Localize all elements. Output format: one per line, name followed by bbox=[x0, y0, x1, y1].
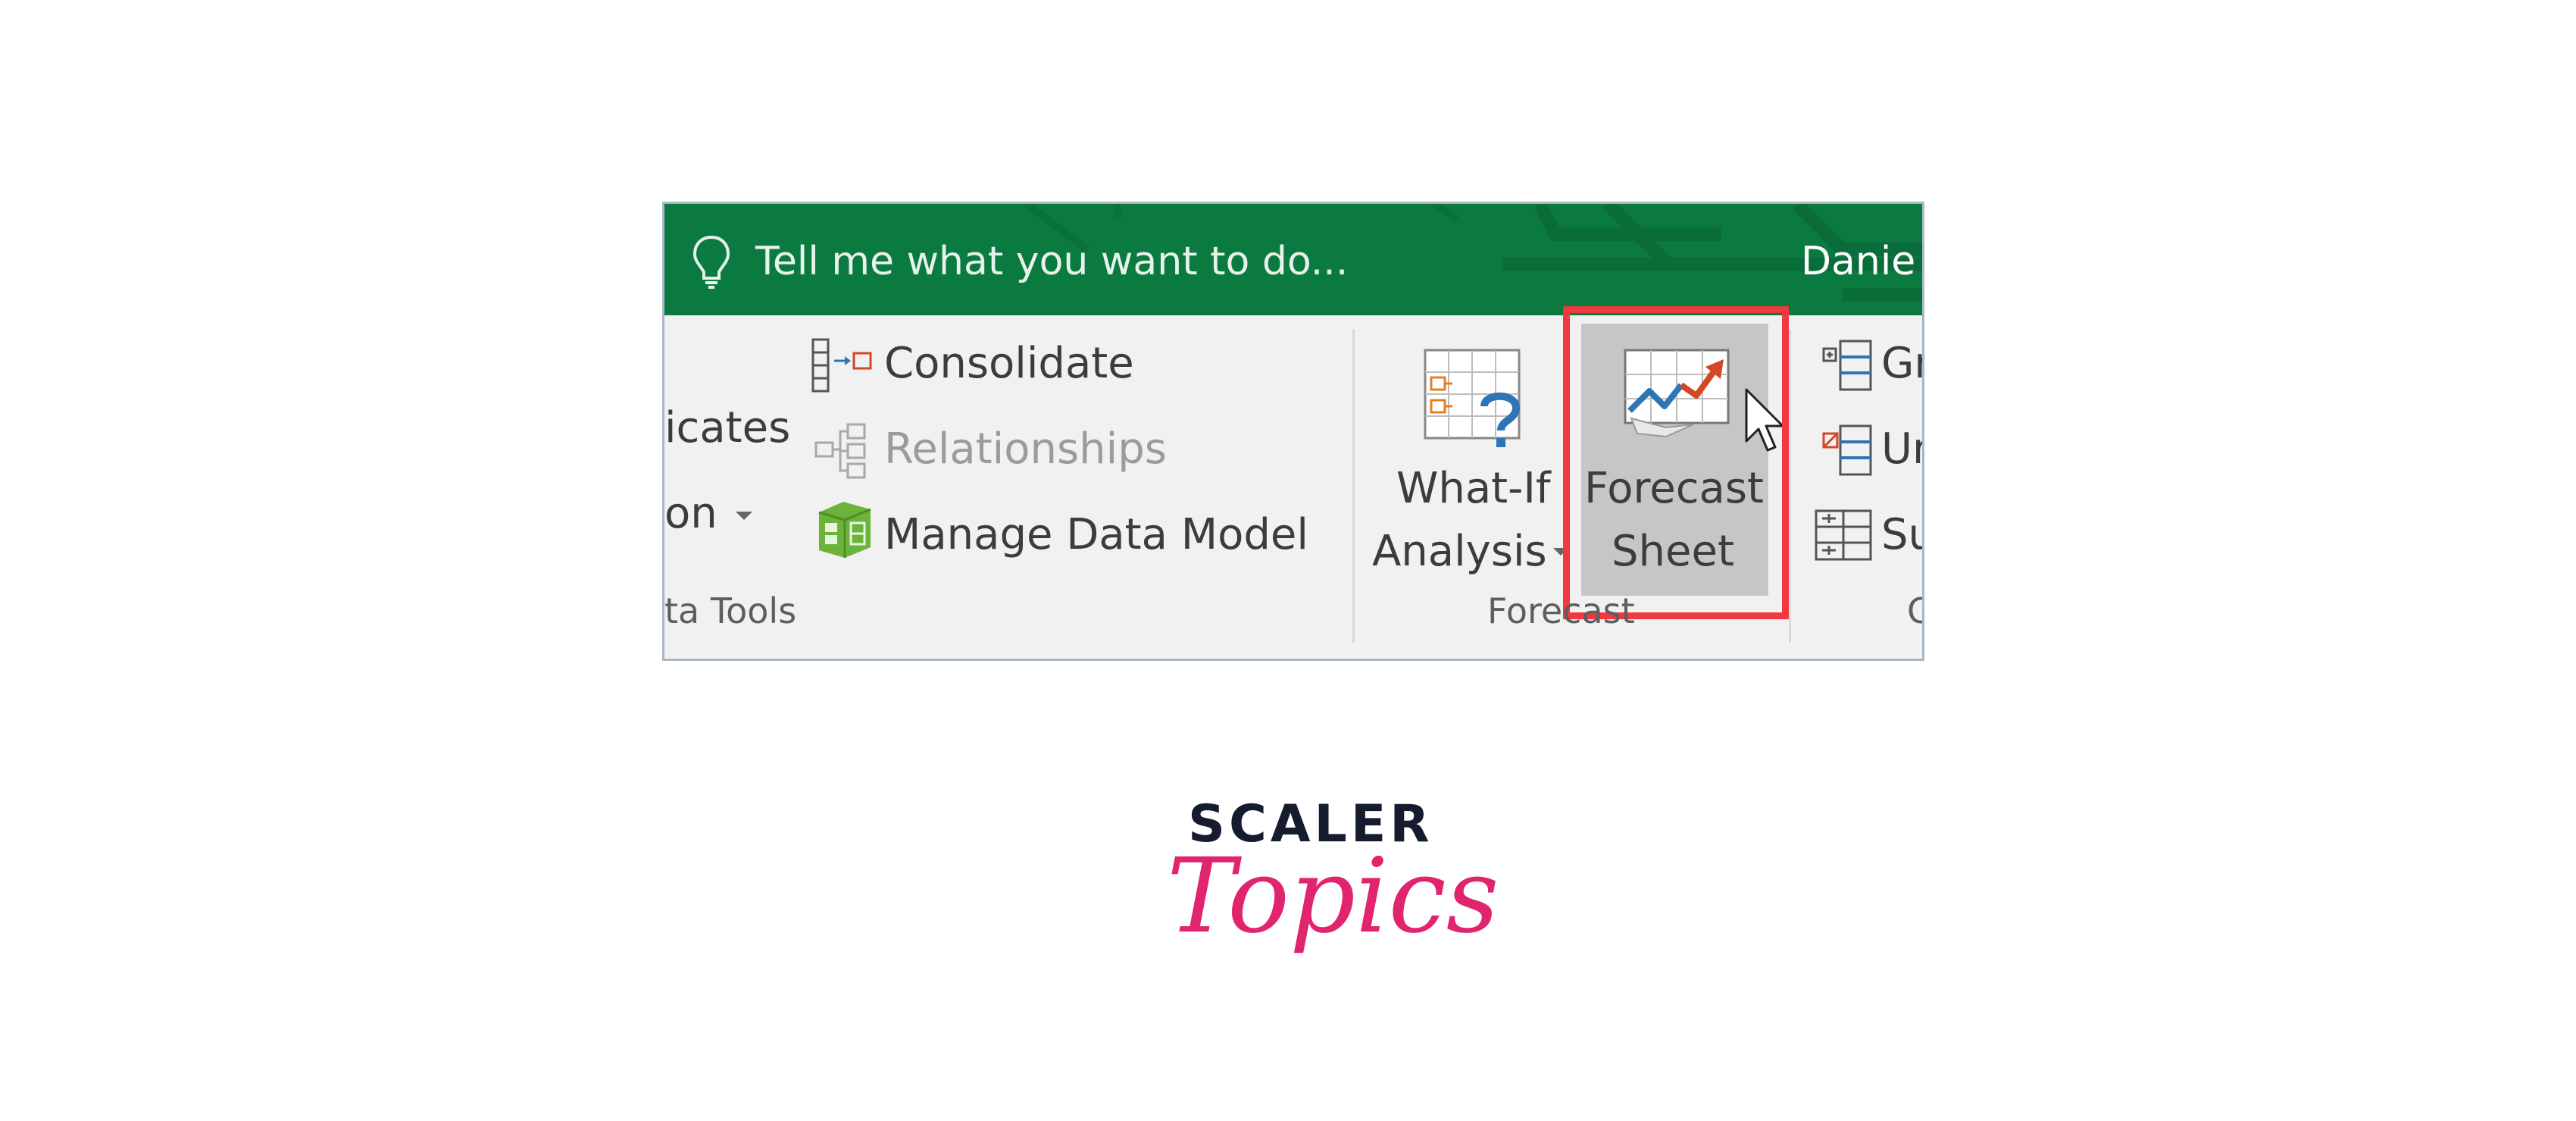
manage-data-model-icon[interactable] bbox=[811, 497, 875, 562]
remove-duplicates-command-partial[interactable]: icates bbox=[664, 404, 790, 452]
what-if-analysis-label-line1[interactable]: What-If bbox=[1396, 465, 1551, 513]
excel-ribbon-screenshot: Tell me what you want to do... Danie ica… bbox=[662, 202, 1924, 661]
what-if-analysis-icon[interactable] bbox=[1422, 347, 1530, 455]
brand-logo-topics: Topics bbox=[1167, 837, 1499, 957]
tell-me-bar: Tell me what you want to do... Danie bbox=[664, 204, 1922, 315]
lightbulb-icon[interactable] bbox=[690, 234, 733, 289]
group-separator bbox=[1352, 329, 1355, 643]
group-button-partial[interactable]: Gr bbox=[1881, 340, 1922, 388]
tell-me-search-input[interactable]: Tell me what you want to do... bbox=[755, 237, 1348, 286]
consolidate-icon[interactable] bbox=[810, 338, 874, 393]
data-tools-group-label: ta Tools bbox=[664, 590, 797, 631]
manage-data-model-button[interactable]: Manage Data Model bbox=[884, 511, 1308, 559]
subtotal-icon[interactable] bbox=[1813, 508, 1874, 562]
ungroup-icon[interactable] bbox=[1821, 423, 1874, 478]
ribbon-data-tab: icates on Consolidate Relationships Mana… bbox=[664, 306, 1922, 659]
what-if-analysis-label-line2[interactable]: Analysis bbox=[1372, 528, 1547, 576]
forecast-group-label: Forecast bbox=[1487, 590, 1635, 631]
consolidate-button[interactable]: Consolidate bbox=[884, 340, 1134, 388]
relationships-icon bbox=[814, 423, 866, 479]
group-separator bbox=[1789, 329, 1791, 643]
subtotal-button-partial[interactable]: Su bbox=[1881, 511, 1922, 559]
ungroup-button-partial[interactable]: Ur bbox=[1881, 425, 1922, 474]
account-user-name[interactable]: Danie bbox=[1801, 237, 1915, 286]
outline-group-label-partial: C bbox=[1907, 590, 1922, 632]
relationships-button[interactable]: Relationships bbox=[884, 425, 1167, 474]
group-icon[interactable] bbox=[1821, 338, 1874, 393]
data-validation-command-partial[interactable]: on bbox=[664, 490, 717, 538]
dropdown-arrow-icon[interactable] bbox=[733, 509, 755, 521]
forecast-sheet-highlight-box bbox=[1563, 306, 1789, 619]
